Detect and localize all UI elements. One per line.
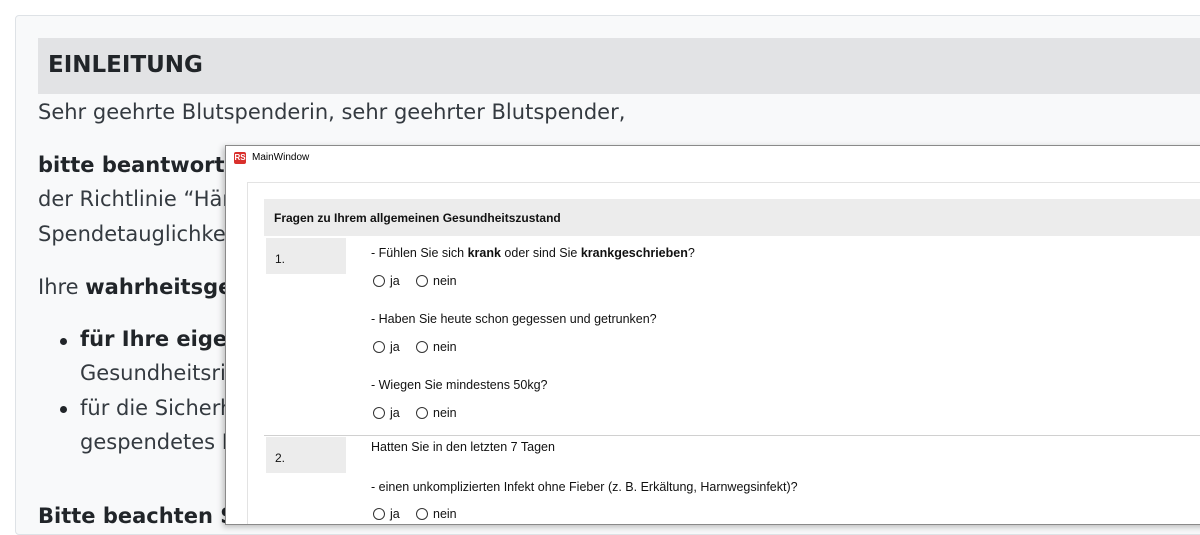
question-sick-bold: krank	[467, 246, 501, 260]
main-window: RS MainWindow Fragen zu Ihrem allgemeine…	[225, 145, 1200, 525]
bullet-dot-2	[60, 406, 67, 413]
radio-yes[interactable]	[373, 275, 385, 287]
radio-yes-label[interactable]: ja	[390, 340, 400, 354]
question-sick-part: ?	[687, 246, 695, 260]
radio-no-label[interactable]: nein	[433, 406, 457, 420]
question-sick-part: oder sind Sie	[500, 246, 581, 260]
window-title: MainWindow	[252, 152, 310, 163]
truthful-text: Ihre wahrheitsgem	[38, 275, 254, 299]
section-header: Fragen zu Ihrem allgemeinen Gesundheitsz…	[264, 199, 1200, 236]
question-7days-intro: Hatten Sie in den letzten 7 Tagen	[371, 440, 555, 454]
question-number: 1.	[275, 252, 286, 266]
question-sick: - Fühlen Sie sich krank oder sind Sie kr…	[371, 246, 695, 260]
question-sick-bold: krankgeschrieben	[580, 246, 688, 260]
question-infection: - einen unkomplizierten Infekt ohne Fieb…	[371, 480, 798, 494]
questionnaire-panel: Fragen zu Ihrem allgemeinen Gesundheitsz…	[247, 182, 1200, 524]
question-number-cell: 1.	[266, 238, 346, 274]
notice-text: Bitte beachten Si	[38, 504, 243, 528]
bullet-own-health: für Ihre eigen	[80, 327, 242, 351]
radio-yes[interactable]	[373, 407, 385, 419]
radio-yes-label[interactable]: ja	[390, 406, 400, 420]
bullet-safety-cont: gespendetes B	[80, 430, 237, 454]
truthful-prefix: Ihre	[38, 275, 86, 299]
radio-yes[interactable]	[373, 508, 385, 520]
radio-no[interactable]	[416, 508, 428, 520]
radio-no-label[interactable]: nein	[433, 507, 457, 521]
radio-yes-label[interactable]: ja	[390, 274, 400, 288]
bullet-dot-1	[60, 338, 67, 345]
instruction-bold: bitte beantworte	[38, 153, 239, 177]
window-titlebar[interactable]: RS MainWindow	[226, 146, 1200, 170]
app-icon: RS	[234, 152, 246, 164]
bullet-own-health-cont: Gesundheitsris	[80, 361, 237, 385]
intro-heading: EINLEITUNG	[48, 52, 203, 78]
eligibility-text: Spendetauglichke	[38, 222, 226, 246]
question-number: 2.	[275, 451, 286, 465]
radio-no[interactable]	[416, 275, 428, 287]
guideline-text: der Richtlinie “Här	[38, 187, 232, 211]
bullet-own-health-bold: für Ihre eigen	[80, 327, 243, 351]
radio-no[interactable]	[416, 341, 428, 353]
question-sick-part: - Fühlen Sie sich	[371, 246, 468, 260]
section-header-label: Fragen zu Ihrem allgemeinen Gesundheitsz…	[274, 211, 561, 225]
notice-bold: Bitte beachten Si	[38, 504, 243, 528]
radio-yes-label[interactable]: ja	[390, 507, 400, 521]
radio-no[interactable]	[416, 407, 428, 419]
question-eaten: - Haben Sie heute schon gegessen und get…	[371, 312, 657, 326]
radio-no-label[interactable]: nein	[433, 274, 457, 288]
question-weight: - Wiegen Sie mindestens 50kg?	[371, 378, 548, 392]
bullet-safety: für die Sicherh	[80, 396, 234, 420]
question-separator	[264, 435, 1200, 436]
instruction-text: bitte beantworte	[38, 153, 239, 177]
greeting-text: Sehr geehrte Blutspenderin, sehr geehrte…	[38, 100, 626, 124]
intro-heading-bar: EINLEITUNG	[38, 38, 1200, 94]
radio-no-label[interactable]: nein	[433, 340, 457, 354]
question-number-cell: 2.	[266, 437, 346, 473]
radio-yes[interactable]	[373, 341, 385, 353]
